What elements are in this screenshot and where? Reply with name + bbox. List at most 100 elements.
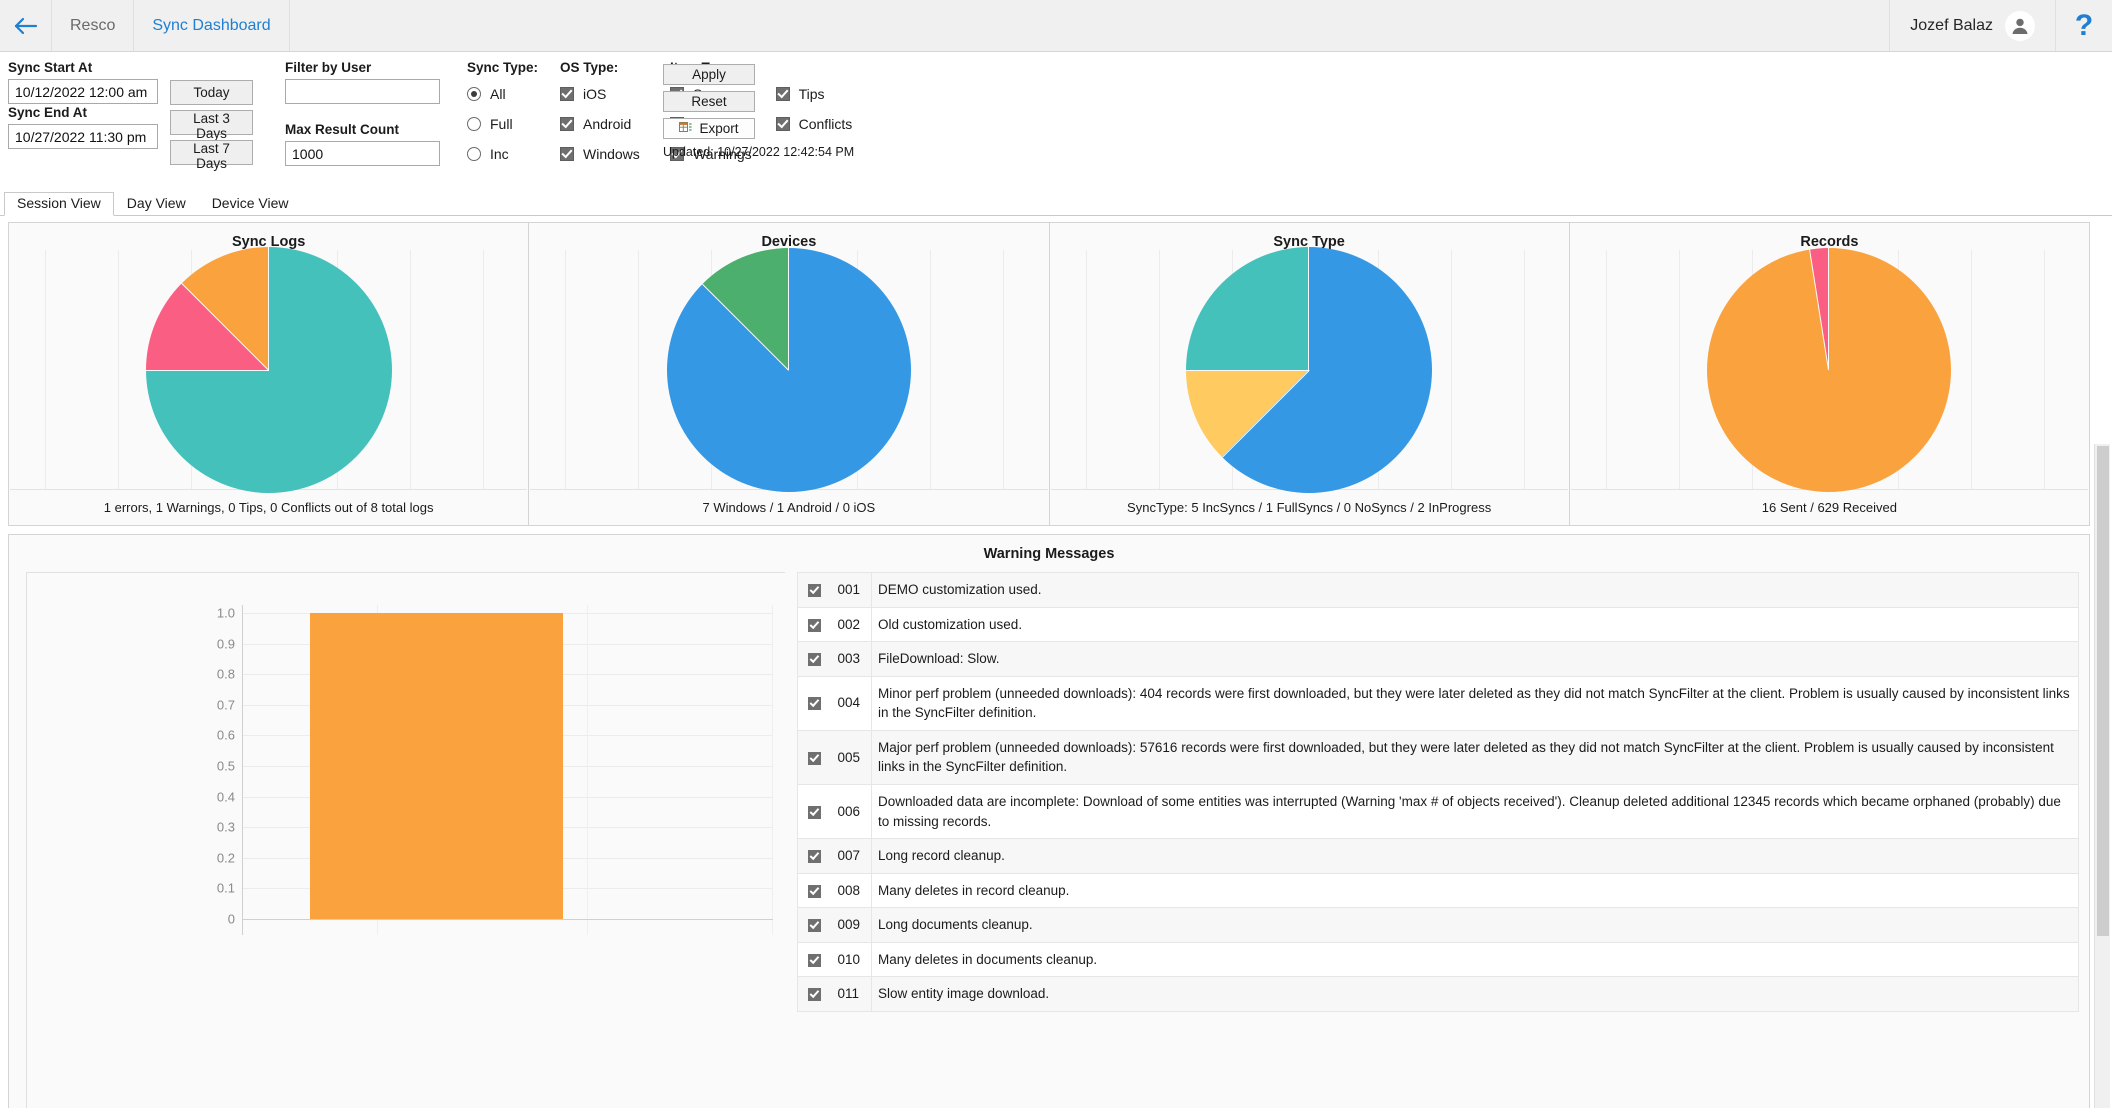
checkbox-icon[interactable] [808,751,822,765]
export-button-label: Export [699,121,739,136]
os-type-group: OS Type: iOS Android Windows [560,60,640,173]
back-arrow-icon [13,16,39,36]
checkbox-icon[interactable] [808,988,822,1002]
row-checkbox-cell[interactable] [797,872,832,909]
last-3-days-button[interactable]: Last 3 Days [170,110,253,141]
row-id-cell: 010 [831,941,872,978]
row-message-cell: Slow entity image download. [871,976,2079,1012]
warning-bar-chart[interactable]: 1.0 0.9 0.8 0.7 0.6 0.5 0.4 0.3 0.2 0.1 0 [26,572,785,1108]
row-checkbox-cell[interactable] [797,907,832,943]
sync-start-label: Sync Start At [8,60,93,75]
row-id-cell: 003 [831,641,872,677]
back-button[interactable] [0,0,52,51]
table-row[interactable]: 001 DEMO customization used. [797,572,2079,608]
pie-slice-divider [787,247,789,370]
row-id-cell: 005 [831,729,872,785]
radio-sync-type-full[interactable]: Full [467,113,538,135]
user-menu[interactable]: Jozef Balaz [1890,0,2056,51]
content-vertical-scrollbar[interactable]: ▲ ▼ [2094,444,2110,1108]
row-checkbox-cell[interactable] [797,606,832,643]
today-button[interactable]: Today [170,80,253,105]
table-row[interactable]: 002 Old customization used. [797,606,2079,643]
pie-slice-divider [1186,369,1310,371]
sync-type-label: Sync Type: [467,60,539,75]
row-checkbox-cell[interactable] [797,976,832,1012]
table-row[interactable]: 011 Slow entity image download. [797,976,2079,1012]
chart-card-sync-type: Sync Type SyncType: 5 IncSyncs / 1 FullS… [1049,223,1570,525]
pie-chart-sync-logs[interactable] [145,246,392,493]
row-message-cell: Downloaded data are incomplete: Download… [871,783,2079,840]
checkbox-os-ios[interactable]: iOS [560,83,640,105]
checkbox-icon[interactable] [808,884,822,898]
y-axis-tick-label: 0.9 [216,636,235,652]
pie-chart-sync-type[interactable] [1186,246,1433,493]
pie-slice-divider [180,282,269,371]
row-checkbox-cell[interactable] [797,783,832,840]
export-table-icon [679,121,693,136]
table-row[interactable]: 010 Many deletes in documents cleanup. [797,941,2079,978]
summary-charts-row: Sync Logs 1 errors, 1 Warnings, 0 Tips, … [8,222,2090,526]
row-checkbox-cell[interactable] [797,572,832,608]
avatar [2005,10,2035,41]
warning-messages-section: Warning Messages 1.0 0.9 0.8 0.7 0.6 0.5 0.4 0.… [8,534,2090,1108]
checkbox-os-windows[interactable]: Windows [560,143,640,165]
breadcrumb-sync-dashboard[interactable]: Sync Dashboard [134,0,290,51]
checkbox-icon[interactable] [808,919,822,933]
y-axis-tick-label: 0.6 [216,727,235,743]
max-result-count-group: Max Result Count [285,122,440,166]
row-checkbox-cell[interactable] [797,675,832,731]
chart-gridline [242,919,773,920]
row-checkbox-cell[interactable] [797,941,832,978]
filter-toolbar: Sync Start At Sync End At Today Last 3 D… [0,52,2112,192]
sync-start-input[interactable] [8,79,158,104]
pie-chart-devices[interactable] [666,247,911,492]
table-row[interactable]: 008 Many deletes in record cleanup. [797,872,2079,909]
breadcrumb-resco[interactable]: Resco [52,0,135,51]
checkbox-icon[interactable] [808,653,822,667]
tab-device-view[interactable]: Device View [199,192,302,216]
row-id-cell: 002 [831,606,872,643]
bar-warning-count[interactable] [310,613,563,919]
tab-session-view[interactable]: Session View [4,192,114,216]
sync-end-input[interactable] [8,124,158,149]
table-row[interactable]: 005 Major perf problem (unneeded download… [797,729,2079,785]
chart-title-devices: Devices [761,234,817,250]
apply-button[interactable]: Apply [663,64,755,85]
scrollbar-thumb[interactable] [2097,446,2109,936]
checkbox-os-ios-label: iOS [583,86,607,102]
checkbox-icon[interactable] [808,697,822,711]
pie-slice-divider [267,246,269,370]
filter-actions: Apply Reset Export Updated: 10/27/2022 1… [663,64,854,159]
table-row[interactable]: 004 Minor perf problem (unneeded download… [797,675,2079,731]
row-message-cell: DEMO customization used. [871,572,2079,608]
chart-body-records [1569,247,2089,492]
checkbox-icon[interactable] [808,583,822,597]
table-row[interactable]: 003 FileDownload: Slow. [797,641,2079,677]
pie-slice-divider [1222,369,1311,458]
table-row[interactable]: 007 Long record cleanup. [797,838,2079,874]
tab-day-view[interactable]: Day View [114,192,199,216]
y-axis-line [242,605,243,935]
radio-sync-type-all[interactable]: All [467,83,538,105]
filter-by-user-label: Filter by User [285,60,372,75]
pie-chart-records[interactable] [1707,247,1952,492]
max-result-count-input[interactable] [285,141,440,166]
radio-sync-type-inc[interactable]: Inc [467,143,538,165]
row-checkbox-cell[interactable] [797,838,832,874]
last-7-days-button[interactable]: Last 7 Days [170,140,253,171]
reset-button[interactable]: Reset [663,91,755,112]
filter-by-user-input[interactable] [285,79,440,104]
checkbox-icon[interactable] [808,850,822,863]
row-checkbox-cell[interactable] [797,641,832,677]
row-checkbox-cell[interactable] [797,729,832,785]
row-message-cell: Long record cleanup. [871,838,2079,874]
checkbox-os-android[interactable]: Android [560,113,640,135]
table-row[interactable]: 009 Long documents cleanup. [797,907,2079,943]
checkbox-icon[interactable] [808,953,822,967]
chart-caption-devices: 7 Windows / 1 Android / 0 iOS [530,489,1048,525]
help-button[interactable]: ? [2056,0,2112,51]
checkbox-icon[interactable] [808,805,822,819]
table-row[interactable]: 006 Downloaded data are incomplete: Downl… [797,783,2079,840]
checkbox-icon[interactable] [808,618,822,632]
export-button[interactable]: Export [663,118,755,139]
